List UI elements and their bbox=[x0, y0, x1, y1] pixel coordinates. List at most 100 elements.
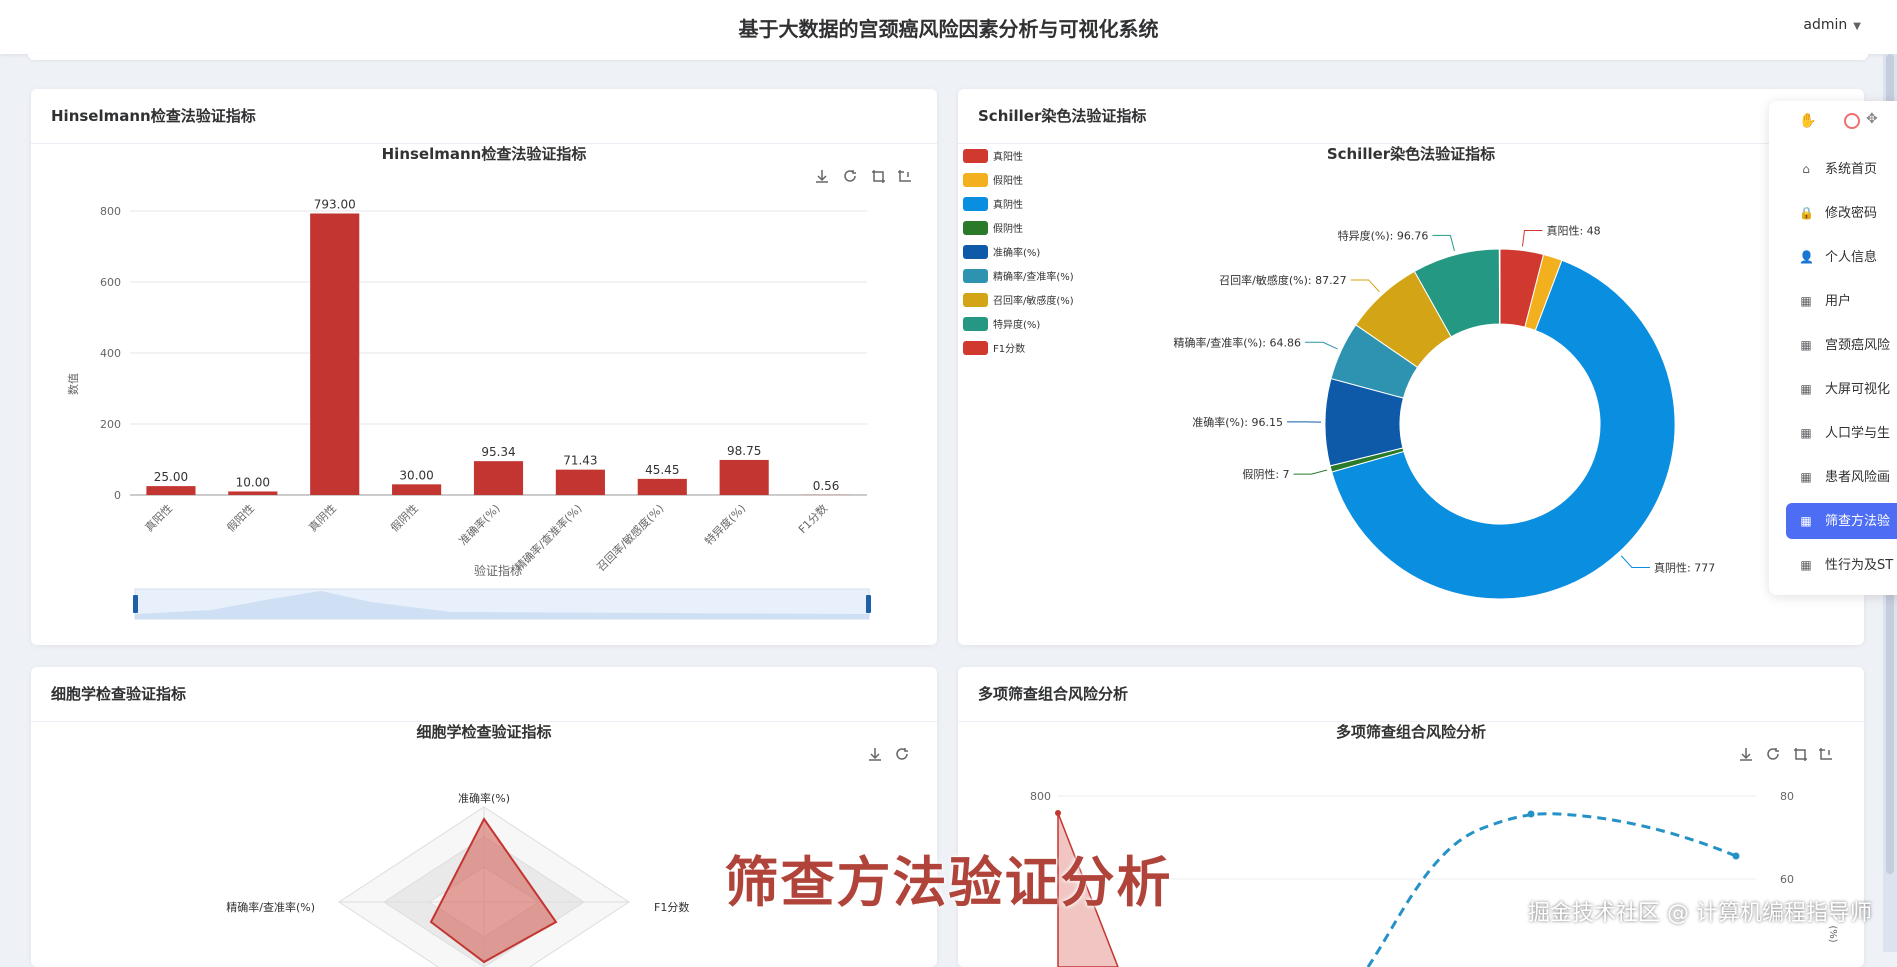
hand-icon[interactable]: ✋ bbox=[1799, 113, 1816, 129]
hinselmann-bar-chart: Hinselmann检查法验证指标 0200400600800 25.0010.… bbox=[31, 144, 937, 645]
data-zoom-slider[interactable] bbox=[133, 589, 871, 619]
legend-label[interactable]: F1分数 bbox=[993, 342, 1025, 355]
legend-label[interactable]: 召回率/敏感度(%) bbox=[993, 294, 1074, 307]
bar[interactable] bbox=[146, 486, 195, 495]
download-icon[interactable] bbox=[816, 170, 828, 182]
bar-value-label: 10.00 bbox=[236, 475, 270, 489]
legend-swatch[interactable] bbox=[963, 197, 988, 211]
menu-item[interactable]: ⌂系统首页 bbox=[1769, 151, 1897, 187]
slider-handle-left[interactable] bbox=[133, 595, 138, 613]
x-tick-labels: 真阳性假阳性真阴性假阴性准确率(%)精确率/查准率(%)召回率/敏感度(%)特异… bbox=[142, 501, 830, 574]
label-leader-line bbox=[1294, 470, 1327, 474]
card-title: Hinselmann检查法验证指标 bbox=[31, 89, 937, 144]
y-left-tick: 800 bbox=[1030, 790, 1051, 803]
x-tick-label: 召回率/敏感度(%) bbox=[594, 501, 667, 574]
bar[interactable] bbox=[556, 470, 605, 495]
legend-swatch[interactable] bbox=[963, 221, 988, 235]
watermark: 掘金技术社区 @ 计算机编程指导师 bbox=[1528, 895, 1872, 927]
download-icon[interactable] bbox=[1740, 748, 1752, 760]
label-leader-line bbox=[1432, 235, 1454, 250]
user-dropdown[interactable]: admin▼ bbox=[1803, 17, 1861, 33]
bar-value-label: 45.45 bbox=[645, 463, 679, 477]
slice-label: 假阴性: 7 bbox=[1242, 467, 1289, 481]
page-title: 基于大数据的宫颈癌风险因素分析与可视化系统 bbox=[0, 13, 1897, 42]
rate-series-point bbox=[1528, 811, 1535, 818]
chart-title: 细胞学检查验证指标 bbox=[416, 723, 551, 741]
menu-item[interactable]: ▦宫颈癌风险 bbox=[1769, 327, 1897, 363]
legend-label[interactable]: 真阳性 bbox=[993, 150, 1023, 163]
menu-item[interactable]: ▦ 性行为及ST bbox=[1769, 547, 1897, 583]
zoom-icon[interactable] bbox=[1794, 748, 1807, 761]
legend-label[interactable]: 假阴性 bbox=[993, 222, 1023, 235]
bar-value-label: 25.00 bbox=[154, 470, 188, 484]
x-tick-label: F1分数 bbox=[796, 502, 830, 536]
x-axis-label: 验证指标 bbox=[474, 563, 522, 578]
top-bar: 基于大数据的宫颈癌风险因素分析与可视化系统 admin▼ bbox=[0, 0, 1897, 54]
legend-swatch[interactable] bbox=[963, 317, 988, 331]
grid-icon: ▦ bbox=[1799, 547, 1813, 583]
legend-label[interactable]: 真阴性 bbox=[993, 198, 1023, 211]
legend-label[interactable]: 特异度(%) bbox=[993, 318, 1040, 331]
grid-icon: ▦ bbox=[1799, 327, 1813, 363]
x-tick-label: 精确率/查准率(%) bbox=[512, 501, 585, 574]
x-tick-label: 假阴性 bbox=[387, 501, 420, 534]
legend-label[interactable]: 精确率/查准率(%) bbox=[993, 270, 1074, 283]
refresh-icon[interactable] bbox=[897, 748, 908, 759]
slice-label: 特异度(%): 96.76 bbox=[1338, 228, 1429, 242]
legend-label[interactable]: 假阳性 bbox=[993, 174, 1023, 187]
menu-item[interactable]: ▦大屏可视化 bbox=[1769, 371, 1897, 407]
menu-item-label: 个人信息 bbox=[1825, 250, 1877, 265]
y-axis-label: 数值 bbox=[67, 373, 80, 395]
grid-icon: ▦ bbox=[1799, 459, 1813, 495]
y-tick-label: 0 bbox=[114, 489, 121, 502]
side-nav-popup: ✋ ✥ ⌂系统首页🔒修改密码👤个人信息▦用户▦宫颈癌风险▦大屏可视化▦人口学与生… bbox=[1769, 101, 1897, 595]
bar[interactable] bbox=[392, 484, 441, 495]
bar[interactable] bbox=[720, 460, 769, 495]
menu-item[interactable]: ▦人口学与生 bbox=[1769, 415, 1897, 451]
bar[interactable] bbox=[638, 479, 687, 495]
move-icon[interactable]: ✥ bbox=[1866, 111, 1878, 127]
bar[interactable] bbox=[310, 213, 359, 495]
menu-item[interactable]: ▦用户 bbox=[1769, 283, 1897, 319]
legend-label[interactable]: 准确率(%) bbox=[993, 246, 1040, 259]
bar[interactable] bbox=[228, 491, 277, 495]
bar-series-point bbox=[1055, 810, 1061, 816]
menu-item[interactable]: 👤个人信息 bbox=[1769, 239, 1897, 275]
download-icon[interactable] bbox=[869, 748, 881, 760]
slider-handle-right[interactable] bbox=[866, 595, 871, 613]
menu-item[interactable]: ▦筛查方法验 bbox=[1786, 503, 1897, 539]
legend-swatch[interactable] bbox=[963, 341, 988, 355]
slice-label: 真阳性: 48 bbox=[1546, 224, 1600, 238]
menu-item-label: 人口学与生 bbox=[1825, 426, 1890, 441]
legend-swatch[interactable] bbox=[963, 173, 988, 187]
refresh-icon[interactable] bbox=[1768, 748, 1779, 759]
radar-indicator-label: 准确率(%) bbox=[458, 791, 510, 805]
menu-item-label: 性行为及ST bbox=[1825, 558, 1893, 573]
zoom-icon[interactable] bbox=[872, 170, 885, 183]
legend-swatch[interactable] bbox=[963, 293, 988, 307]
bar-value-label: 95.34 bbox=[481, 445, 515, 459]
zoom-reset-icon[interactable] bbox=[1819, 748, 1832, 759]
bar[interactable] bbox=[474, 461, 523, 495]
slice-label: 精确率/查准率(%): 64.86 bbox=[1174, 335, 1301, 349]
record-icon[interactable] bbox=[1844, 113, 1860, 129]
card-title: Schiller染色法验证指标 bbox=[958, 89, 1864, 144]
y-right-tick: 80 bbox=[1780, 790, 1794, 803]
menu-item[interactable]: ▦患者风险画 bbox=[1769, 459, 1897, 495]
zoom-reset-icon[interactable] bbox=[898, 170, 911, 181]
hinselmann-card: Hinselmann检查法验证指标 Hinselmann检查法验证指标 0200… bbox=[31, 89, 937, 645]
chevron-down-icon: ▼ bbox=[1853, 21, 1861, 32]
donut-slice[interactable] bbox=[1499, 249, 1500, 324]
y-right-axis-label: (%) bbox=[1827, 925, 1838, 942]
chart-title: 多项筛查组合风险分析 bbox=[1336, 723, 1486, 741]
legend-swatch[interactable] bbox=[963, 245, 988, 259]
y-tick-labels: 0200400600800 bbox=[100, 205, 121, 502]
legend-swatch[interactable] bbox=[963, 269, 988, 283]
refresh-icon[interactable] bbox=[845, 170, 856, 181]
x-tick-label: 真阴性 bbox=[306, 501, 339, 534]
card-title: 细胞学检查验证指标 bbox=[31, 667, 937, 722]
x-tick-label: 准确率(%) bbox=[456, 501, 503, 548]
menu-item[interactable]: 🔒修改密码 bbox=[1769, 195, 1897, 231]
chart-toolbox bbox=[816, 170, 911, 183]
legend-swatch[interactable] bbox=[963, 149, 988, 163]
